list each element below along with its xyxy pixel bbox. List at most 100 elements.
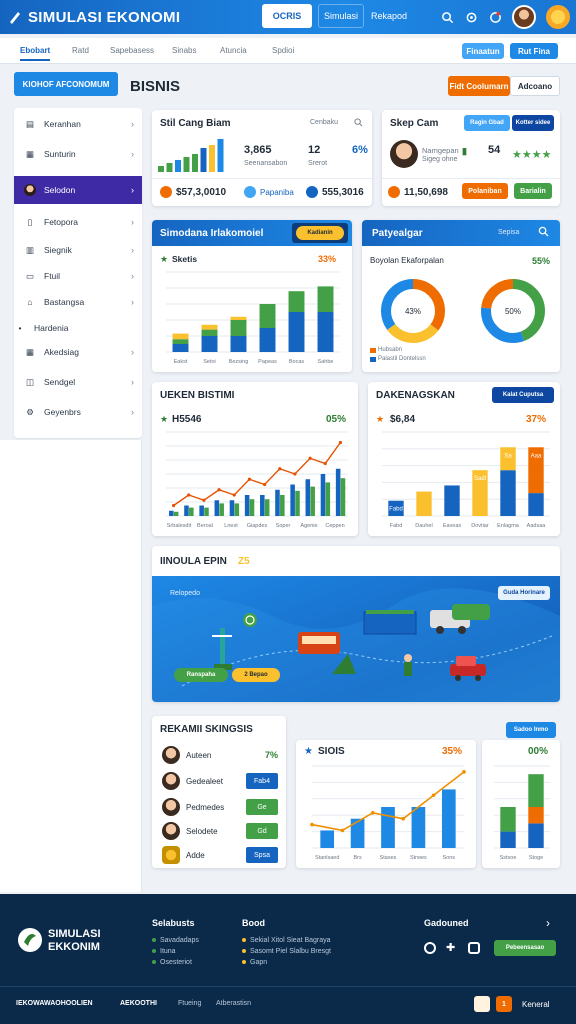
chevron-right-icon: ›	[131, 297, 134, 307]
bar	[183, 157, 190, 172]
white-action-button[interactable]: Adcoano	[510, 76, 560, 96]
bar-segment	[528, 774, 544, 807]
kadianin-badge[interactable]: Kadianin	[296, 226, 344, 240]
stat-label: Srerot	[308, 160, 328, 167]
percent-value: 35%	[442, 746, 463, 757]
section-button[interactable]: KIOHOF AFCONOMUM	[14, 72, 118, 96]
donut-chart: 43%	[381, 279, 445, 343]
footer: SIMULASI EKKONIM Selabusts Savadadaps It…	[0, 894, 576, 1024]
sidebar-item-ftuil[interactable]: ▭ Ftuil ›	[14, 262, 142, 290]
building-icon: ▥	[25, 244, 35, 255]
rating-stars: ★★★★	[512, 149, 552, 161]
person-tag[interactable]: Fab4	[246, 773, 278, 789]
tab-simulasi[interactable]: Simulasi	[318, 4, 364, 28]
footer-link[interactable]: Gapn	[242, 957, 331, 968]
search-icon[interactable]	[440, 10, 454, 24]
footer-link[interactable]: Savadadaps	[152, 935, 199, 946]
social-icon[interactable]	[424, 942, 436, 954]
bar-segment	[444, 485, 460, 516]
subnav-item-atuncia[interactable]: Atuncia	[220, 46, 247, 55]
bar-segment	[528, 493, 544, 516]
settings-icon[interactable]	[464, 10, 478, 24]
profile-footer-value: 11,50,698	[404, 187, 448, 198]
camera-icon[interactable]	[468, 942, 480, 954]
line-point	[371, 811, 375, 815]
subnav-item-spdioi[interactable]: Spdioi	[272, 46, 294, 55]
person-tag[interactable]: Ge	[246, 799, 278, 815]
mini-bar-chart	[158, 139, 224, 172]
sidebar-item-sendgel[interactable]: ◫ Sendgel ›	[14, 368, 142, 396]
footer-link[interactable]: Sasomt Piel Slalbu Bresgt	[242, 946, 331, 957]
tab-rekapod[interactable]: Rekapod	[366, 4, 412, 28]
search-label: Sepisa	[498, 229, 520, 236]
finaatun-button[interactable]: Finaatun	[462, 43, 504, 59]
bar-line-chart: Stanlsaed Brs Stases Strwes Sons	[310, 765, 466, 861]
avatar[interactable]	[512, 5, 536, 29]
tick-label: Brs	[353, 855, 362, 861]
card-title: Simodana Irlakomoiel	[160, 228, 264, 239]
footer-bottom-link[interactable]: AEKOOTHI	[120, 1000, 157, 1007]
footer-bottom-link[interactable]: Ftueing	[178, 1000, 201, 1007]
sadoo-button[interactable]: Sadoo Inmo	[506, 722, 556, 738]
page-badge[interactable]: 1	[496, 996, 512, 1012]
footer-bottom-link[interactable]: Atberastisn	[216, 1000, 251, 1007]
person-name: Gedealeet	[186, 776, 223, 786]
profile-line: Sigeg ohne	[422, 156, 458, 163]
person-tag[interactable]: Spsa	[246, 847, 278, 863]
stacked-bar-chart: Eakst Setoi Bezsing Papeas Bocas Sahbe	[166, 271, 340, 365]
share-icon[interactable]: ✚	[446, 941, 455, 954]
bar-segment	[259, 328, 276, 352]
person-tag[interactable]: Gd	[246, 823, 278, 839]
kotter-button[interactable]: Kotter sidee	[512, 115, 554, 131]
app-logo[interactable]: SIMULASI EKONOMI	[8, 9, 180, 26]
subnav-item-sinabs[interactable]: Sinabs	[172, 46, 196, 55]
rut-fina-button[interactable]: Rut Fina	[510, 43, 558, 59]
ragin-button[interactable]: Ragin Gbad	[464, 115, 510, 131]
barialin-button[interactable]: Barialin	[514, 183, 552, 199]
subnav-item-ratd[interactable]: Ratd	[72, 46, 89, 55]
navy-dot-icon	[306, 186, 318, 198]
guda-button[interactable]: Guda Horinare	[498, 586, 550, 600]
bepao-pill[interactable]: 2 Bepao	[232, 668, 280, 682]
line-point	[401, 816, 405, 821]
subnav-item-sapebasess[interactable]: Sapebasess	[110, 46, 154, 55]
footer-link[interactable]: Ituna	[152, 946, 199, 957]
bar	[290, 484, 295, 516]
notification-icon[interactable]	[488, 10, 502, 24]
star-icon: ★	[160, 254, 169, 264]
bar	[184, 505, 189, 516]
subnav-item-ebobart[interactable]: Ebobart	[20, 46, 51, 61]
person-name: Adde	[186, 850, 205, 860]
sub-navigation: Ebobart Ratd Sapebasess Sinabs Atuncia S…	[0, 38, 576, 64]
chevron-right-icon[interactable]: ›	[546, 916, 550, 930]
coin-icon[interactable]	[546, 5, 570, 29]
sidebar-item-geyenbrs[interactable]: ⚙ Geyenbrs ›	[14, 398, 142, 426]
sidebar-item-bastangsa[interactable]: ⌂ Bastangsa ›	[14, 288, 142, 316]
kalat-badge[interactable]: Kalat Cuputsa	[492, 387, 554, 403]
cost-chart-card: DAKENAGSKAN Kalat Cuputsa ★ $6,84 37% Fa…	[368, 382, 560, 536]
bar	[200, 148, 207, 172]
bar	[320, 830, 335, 848]
sidebar-item-sunturin[interactable]: ▦ Sunturin ›	[14, 140, 142, 168]
search-icon[interactable]	[538, 226, 549, 239]
pebeensasao-button[interactable]: Pebeensasao	[494, 940, 556, 956]
sidebar-item-akedsiag[interactable]: ▦ Akedsiag ›	[14, 338, 142, 366]
sidebar-item-siegnik[interactable]: ▥ Siegnik ›	[14, 236, 142, 264]
footer-link[interactable]: Osesteriot	[152, 957, 199, 968]
polaniban-button[interactable]: Polaniban	[462, 183, 508, 199]
lang-icon[interactable]	[474, 996, 490, 1012]
footer-bottom-link[interactable]: IEKOWAWAOHOOLIEN	[16, 1000, 93, 1007]
tick-label: Sstsoe	[500, 855, 517, 861]
bar	[173, 511, 179, 516]
sidebar-item-keranhan[interactable]: ▤ Keranhan ›	[14, 110, 142, 138]
sidebar-item-fetopora[interactable]: ▯ Fetopora ›	[14, 208, 142, 236]
orange-action-button[interactable]: Fidt Coolumarn	[448, 76, 510, 96]
ranspaha-pill[interactable]: Ranspaha	[174, 668, 228, 682]
trend-chart-card: UEKEN BISTIMI ★ H5546 05% Srbalesdit Bero…	[152, 382, 358, 536]
search-icon[interactable]	[354, 118, 363, 129]
sidebar-item-selodon[interactable]: Selodon ›	[14, 176, 142, 204]
tab-ocris[interactable]: OCRIS	[262, 4, 312, 28]
card-title: Patyealgar	[372, 228, 423, 239]
bar-segment	[288, 312, 305, 352]
footer-link[interactable]: Sekial Xitol Sieat Bagraya	[242, 935, 331, 946]
